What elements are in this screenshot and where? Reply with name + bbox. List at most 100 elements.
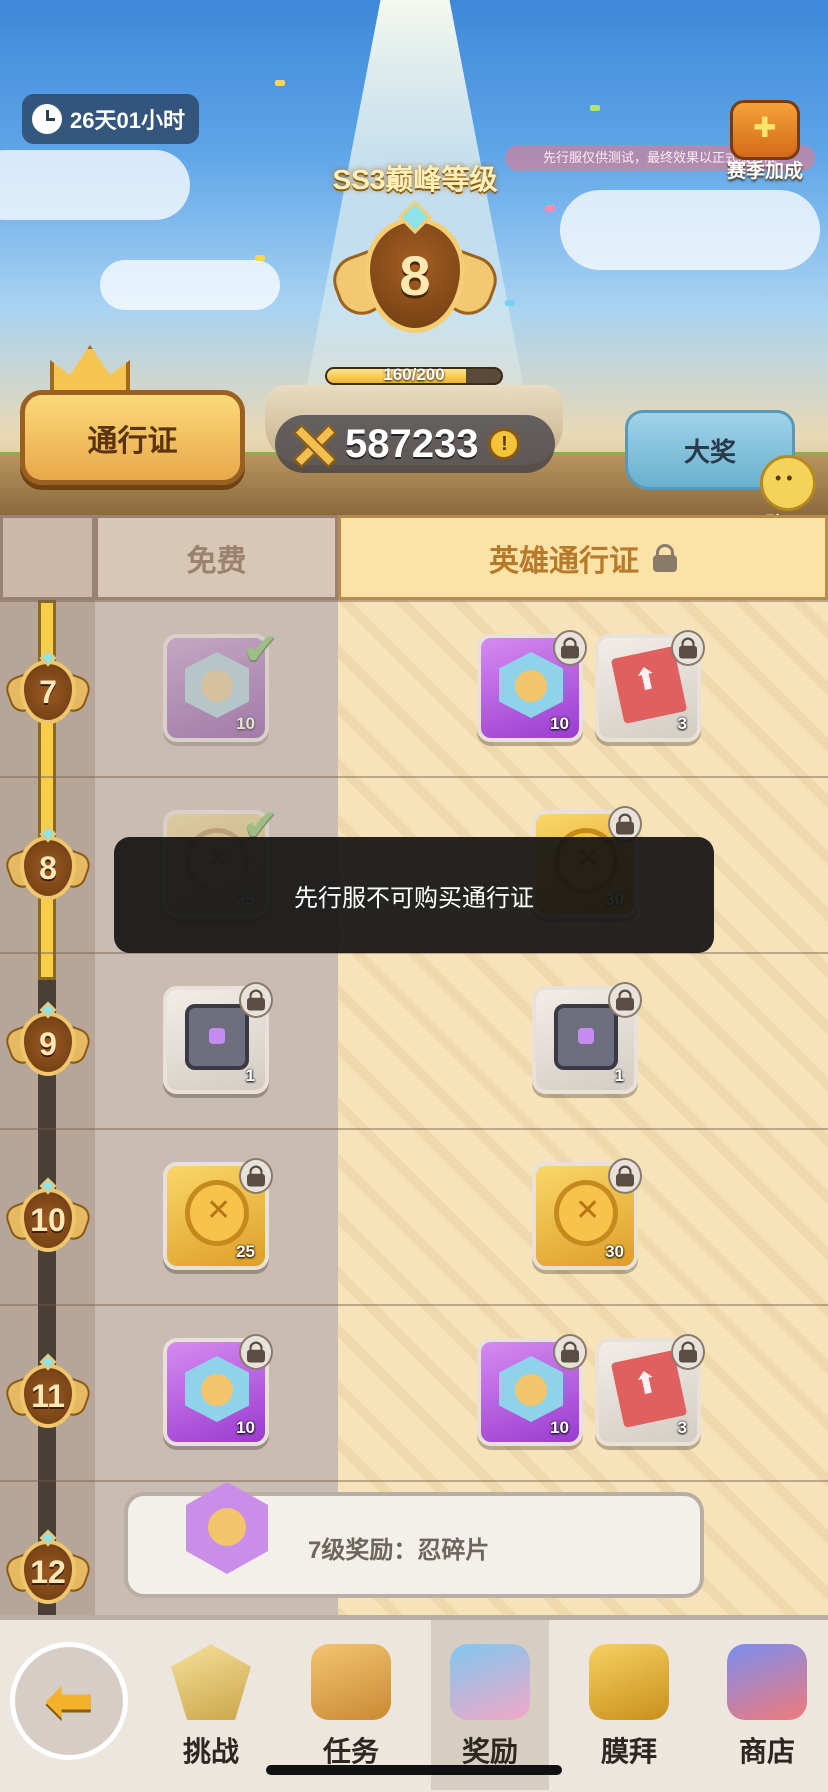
lock-icon — [679, 637, 697, 659]
lock-icon — [653, 543, 677, 572]
level-number: 12 — [30, 1553, 66, 1590]
lock-icon — [616, 989, 634, 1011]
nav-label: 膜拜 — [600, 1736, 657, 1767]
lock-badge — [608, 1158, 642, 1194]
crossed-swords-icon — [289, 421, 335, 467]
reward-quantity: 1 — [245, 1066, 255, 1085]
reward-quantity: 25 — [236, 1242, 255, 1261]
nav-challenge[interactable]: 挑战 — [152, 1620, 270, 1790]
free-reward-item[interactable]: 10 — [163, 1334, 273, 1446]
level-number: 8 — [39, 849, 57, 886]
reward-quantity: 10 — [550, 714, 569, 733]
season-timer: 26天01小时 — [22, 94, 199, 144]
lock-icon — [616, 813, 634, 835]
season-bonus-label: 赛季加成 — [726, 161, 803, 182]
toast-message: 先行服不可购买通行证 — [114, 837, 714, 953]
timer-text: 26天01小时 — [70, 108, 185, 133]
chest-icon — [185, 1004, 249, 1070]
grand-prize-label: 大奖 — [683, 436, 736, 467]
reward-track[interactable]: 710✔103825✔30911102530111010312 — [0, 600, 828, 1620]
worship-icon — [589, 1644, 669, 1720]
lock-badge — [553, 630, 587, 666]
shard-icon — [499, 652, 563, 718]
reward-row: 9 1 1 — [0, 952, 828, 1128]
lock-icon — [247, 989, 265, 1011]
level-number: 7 — [39, 673, 57, 710]
back-button[interactable]: ⬅ — [10, 1642, 128, 1760]
checkmark-icon: ✔ — [242, 625, 279, 674]
info-icon[interactable]: ! — [488, 428, 521, 460]
free-reward-item[interactable]: 10 ✔ — [163, 625, 279, 742]
tab-free[interactable]: 免费 — [95, 515, 338, 600]
currency-amount: 587233 — [345, 421, 479, 466]
cloud — [560, 190, 820, 270]
shard-icon — [185, 652, 249, 718]
hero-reward-item[interactable]: 3 — [595, 630, 705, 742]
confetti — [505, 300, 515, 306]
level-disc: 12 — [20, 1540, 76, 1604]
hero-reward-item[interactable]: 3 — [595, 1334, 705, 1446]
lock-icon — [561, 637, 579, 659]
season-level-title: SS3巅峰等级 — [332, 164, 498, 195]
reward-tooltip-text: 7级奖励：忍碎片 — [308, 1537, 490, 1564]
confetti — [275, 80, 285, 86]
lock-badge — [671, 1334, 705, 1370]
rank-number: 8 — [399, 243, 431, 307]
shard-icon — [185, 1356, 249, 1422]
lock-icon — [679, 1341, 697, 1363]
reward-row: 11 10 10 3 — [0, 1304, 828, 1480]
bonus-chest-icon — [730, 100, 800, 160]
cloud — [100, 260, 280, 310]
tasks-icon — [311, 1644, 391, 1720]
season-bonus-button[interactable]: 赛季加成 — [715, 100, 815, 183]
reward-quantity: 1 — [614, 1066, 624, 1085]
nav-shop[interactable]: 商店 — [708, 1620, 826, 1790]
hero-reward-item[interactable]: 10 — [477, 1334, 587, 1446]
lock-badge — [553, 1334, 587, 1370]
lock-icon — [561, 1341, 579, 1363]
back-arrow-icon: ⬅ — [43, 1667, 95, 1734]
clock-icon — [32, 104, 62, 134]
track-header: 免费 英雄通行证 — [0, 515, 828, 600]
hero-reward-item[interactable]: 1 — [532, 982, 642, 1094]
hero-reward-item[interactable]: 10 — [477, 630, 587, 742]
nav-label: 任务 — [322, 1736, 379, 1767]
home-indicator — [266, 1765, 562, 1775]
confetti — [545, 205, 555, 211]
level-disc: 7 — [20, 660, 76, 724]
level-badge: 11 — [2, 1353, 94, 1436]
pass-button[interactable]: 通行证 — [20, 390, 245, 485]
confetti — [590, 105, 600, 111]
shard-icon — [499, 1356, 563, 1422]
level-number: 10 — [30, 1201, 66, 1238]
shop-icon — [727, 1644, 807, 1720]
tab-free-label: 免费 — [186, 544, 247, 578]
chest-icon — [554, 1004, 618, 1070]
pass-button-label: 通行证 — [87, 424, 178, 458]
coin-icon — [554, 1180, 618, 1246]
level-badge: 10 — [2, 1177, 94, 1260]
toast-text: 先行服不可购买通行证 — [294, 884, 534, 912]
reward-quantity: 30 — [605, 1242, 624, 1261]
level-disc: 11 — [20, 1364, 76, 1428]
level-disc: 10 — [20, 1188, 76, 1252]
free-reward-item[interactable]: 1 — [163, 982, 273, 1094]
confetti — [255, 255, 265, 261]
tab-hero-pass-label: 英雄通行证 — [489, 544, 639, 578]
level-badge: 12 — [2, 1529, 94, 1612]
lock-badge — [239, 1158, 273, 1194]
hero-reward-item[interactable]: 30 — [532, 1158, 642, 1270]
nav-label: 奖励 — [461, 1736, 518, 1767]
nav-label: 挑战 — [182, 1736, 239, 1767]
level-badge: 9 — [2, 1001, 94, 1084]
free-reward-item[interactable]: 25 — [163, 1158, 273, 1270]
reward-quantity: 10 — [236, 714, 255, 733]
rewards-icon — [450, 1644, 530, 1720]
lock-badge — [608, 982, 642, 1018]
nav-worship[interactable]: 膜拜 — [570, 1620, 688, 1790]
reward-row: 7 10 ✔ 10 3 — [0, 600, 828, 776]
level-disc: 8 — [20, 836, 76, 900]
rank-column-header — [0, 515, 95, 600]
tab-hero-pass[interactable]: 英雄通行证 — [338, 515, 828, 600]
level-badge: 7 — [2, 649, 94, 732]
